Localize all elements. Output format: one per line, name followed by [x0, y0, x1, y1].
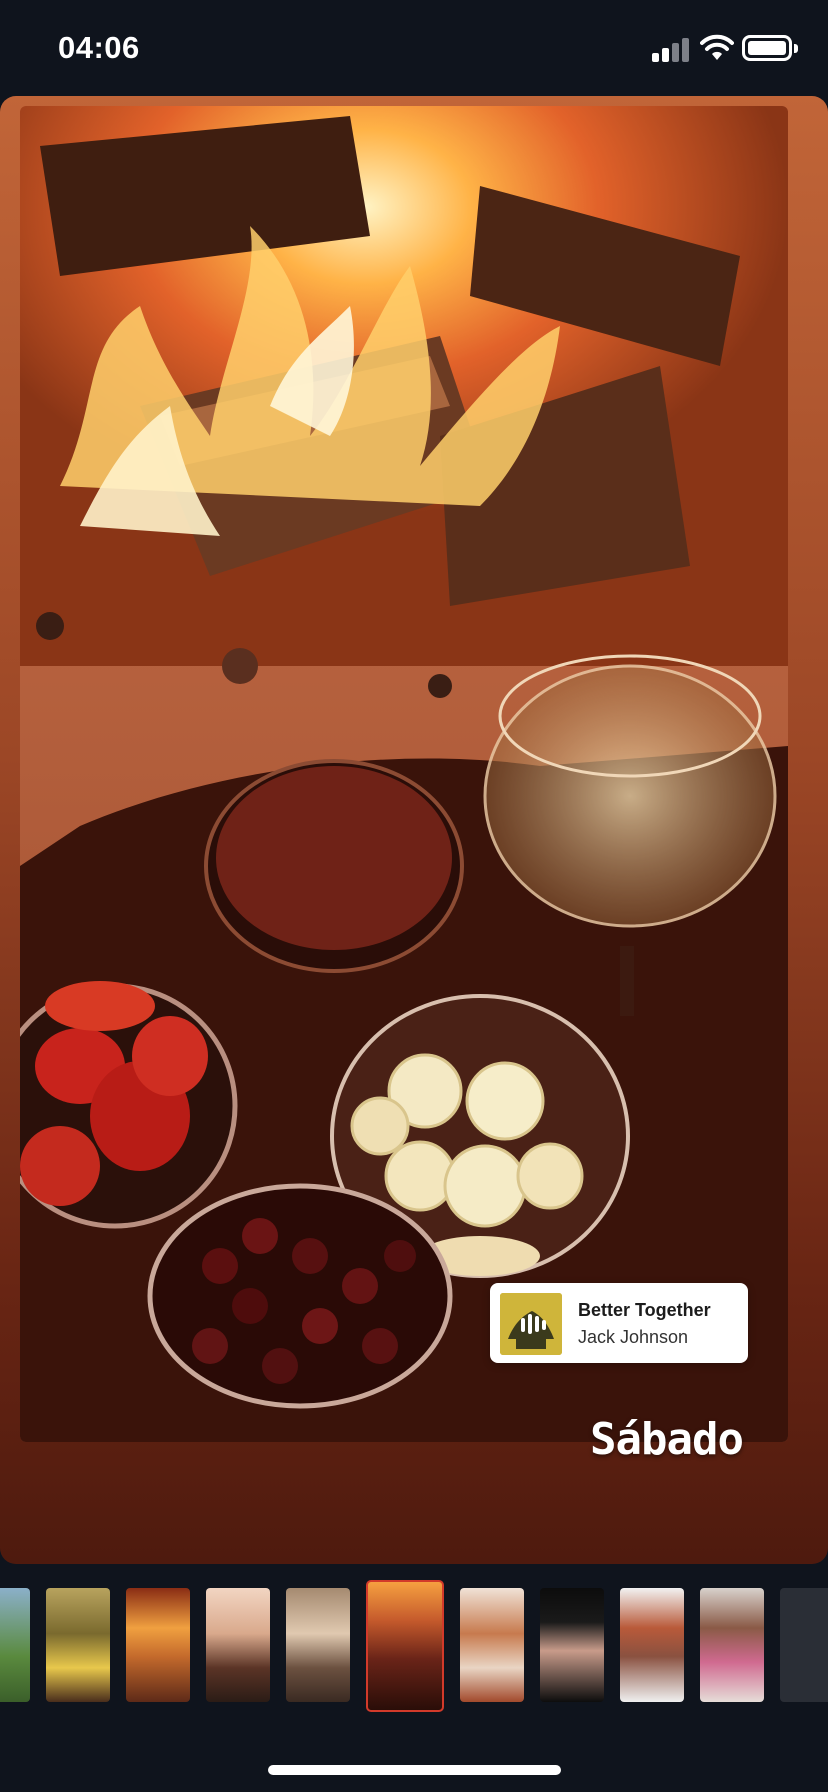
status-bar: 04:06: [0, 0, 828, 96]
story-thumbnail[interactable]: [700, 1588, 764, 1702]
story-thumbnail[interactable]: [286, 1588, 350, 1702]
equalizer-icon: [521, 1314, 546, 1334]
story-viewer-screen: 04:06 Better Together Jack Johnson Sábad…: [0, 0, 828, 1792]
status-time: 04:06: [58, 30, 140, 65]
story-caption: Sábado: [590, 1414, 744, 1465]
battery-icon: [742, 35, 798, 61]
story-thumbnail[interactable]: [46, 1588, 110, 1702]
story-thumbnail-strip: [0, 1580, 828, 1720]
story-thumbnail-active[interactable]: [366, 1580, 444, 1712]
cellular-signal-icon: [652, 36, 692, 62]
music-sticker[interactable]: Better Together Jack Johnson: [490, 1283, 748, 1363]
music-artist: Jack Johnson: [578, 1327, 689, 1347]
story-thumbnail[interactable]: [540, 1588, 604, 1702]
home-indicator[interactable]: [268, 1765, 561, 1775]
story-thumbnail[interactable]: [206, 1588, 270, 1702]
wifi-icon: [700, 34, 734, 62]
story-thumbnail[interactable]: [620, 1588, 684, 1702]
story-thumbnail[interactable]: [780, 1588, 828, 1702]
music-title: Better Together: [578, 1300, 711, 1320]
story-card[interactable]: Better Together Jack Johnson Sábado: [0, 96, 828, 1564]
story-thumbnail[interactable]: [0, 1588, 30, 1702]
story-thumbnail[interactable]: [126, 1588, 190, 1702]
story-photo[interactable]: [20, 106, 788, 1442]
story-thumbnail[interactable]: [460, 1588, 524, 1702]
